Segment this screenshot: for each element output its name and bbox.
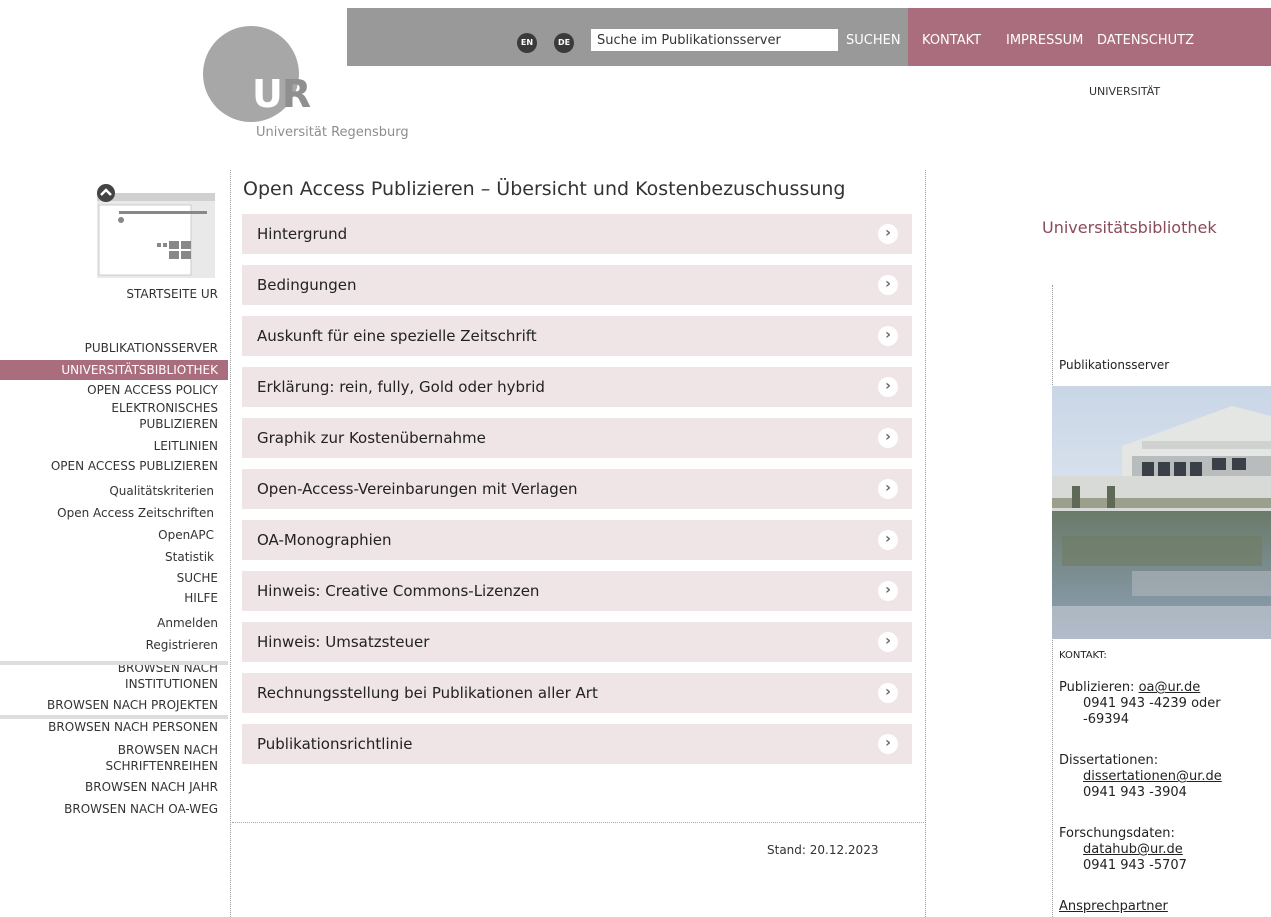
chevron-right-icon: ›: [878, 275, 898, 295]
sidebar-item-hilfe[interactable]: HILFE: [0, 588, 228, 612]
startseite-link[interactable]: STARTSEITE UR: [126, 287, 218, 301]
accordion-item[interactable]: Open-Access-Vereinbarungen mit Verlagen ›: [242, 469, 912, 509]
accordion-item[interactable]: Publikationsrichtlinie ›: [242, 724, 912, 764]
chevron-right-icon: ›: [878, 224, 898, 244]
accordion-item[interactable]: Hinweis: Creative Commons-Lizenzen ›: [242, 571, 912, 611]
sidebar-item-elektronisches-publizieren[interactable]: ELEKTRONISCHES PUBLIZIEREN: [0, 400, 228, 436]
search-button[interactable]: SUCHEN: [846, 33, 901, 48]
accordion-item[interactable]: Rechnungsstellung bei Publikationen alle…: [242, 673, 912, 713]
contact-label: Dissertationen:: [1059, 753, 1159, 768]
kontakt-heading: KONTAKT:: [1059, 650, 1107, 661]
contact-label: Forschungsdaten:: [1059, 826, 1175, 841]
page-title: Open Access Publizieren – Übersicht und …: [243, 178, 846, 200]
chevron-right-icon: ›: [878, 683, 898, 703]
nav-impressum[interactable]: IMPRESSUM: [1006, 33, 1083, 48]
email-link-oa[interactable]: oa@ur.de: [1139, 680, 1201, 695]
ub-title[interactable]: Universitätsbibliothek: [1042, 218, 1217, 237]
sidebar-item-openapc[interactable]: OpenAPC: [0, 524, 228, 546]
chevron-right-icon: ›: [878, 734, 898, 754]
accordion-item-label: Publikationsrichtlinie: [257, 735, 413, 753]
main-divider: [925, 170, 926, 917]
ansprechpartner-link[interactable]: Ansprechpartner: [1059, 899, 1168, 914]
accordion-item-label: Auskunft für eine spezielle Zeitschrift: [257, 327, 537, 345]
sidebar-separator: [0, 661, 228, 665]
sidebar-item-browsen-jahr[interactable]: BROWSEN NACH JAHR: [0, 776, 228, 798]
contact-label: Publizieren:: [1059, 680, 1135, 695]
chevron-right-icon: ›: [878, 632, 898, 652]
chevron-right-icon: ›: [878, 581, 898, 601]
accordion-item[interactable]: Auskunft für eine spezielle Zeitschrift ›: [242, 316, 912, 356]
accordion-item[interactable]: Graphik zur Kostenübernahme ›: [242, 418, 912, 458]
left-divider: [230, 170, 231, 917]
sidebar-item-browsen-personen[interactable]: BROWSEN NACH PERSONEN: [0, 716, 228, 738]
accordion-item-label: Open-Access-Vereinbarungen mit Verlagen: [257, 480, 578, 498]
nav-kontakt[interactable]: KONTAKT: [922, 33, 981, 48]
accordion-item-label: Hinweis: Creative Commons-Lizenzen: [257, 582, 540, 600]
chevron-right-icon: ›: [878, 530, 898, 550]
accordion: Hintergrund › Bedingungen › Auskunft für e…: [242, 214, 912, 775]
logo-caption: Universität Regensburg: [256, 125, 409, 140]
accordion-item-label: OA-Monographien: [257, 531, 392, 549]
ansprechpartner-block: Ansprechpartner: [1059, 899, 1168, 915]
accordion-item-label: Rechnungsstellung bei Publikationen alle…: [257, 684, 598, 702]
chevron-right-icon: ›: [878, 428, 898, 448]
accordion-item[interactable]: Hinweis: Umsatzsteuer ›: [242, 622, 912, 662]
sidebar-item-suche[interactable]: SUCHE: [0, 568, 228, 588]
universitaet-label[interactable]: UNIVERSITÄT: [1089, 85, 1160, 98]
sidebar-item-open-access-publizieren[interactable]: OPEN ACCESS PUBLIZIEREN: [0, 456, 228, 480]
sidebar-item-open-access-zeitschriften[interactable]: Open Access Zeitschriften: [0, 502, 228, 524]
sidebar-item-publikationsserver[interactable]: PUBLIKATIONSSERVER: [0, 336, 228, 360]
accordion-item-label: Hintergrund: [257, 225, 348, 243]
accordion-item[interactable]: Hintergrund ›: [242, 214, 912, 254]
chevron-right-icon: ›: [878, 479, 898, 499]
accordion-item[interactable]: Erklärung: rein, fully, Gold oder hybrid…: [242, 367, 912, 407]
lang-en-button[interactable]: EN: [517, 33, 537, 53]
contact-phone: 0941 943 -4239 oder -69394: [1083, 696, 1221, 727]
contact-phone: 0941 943 -5707: [1083, 858, 1187, 873]
email-link-datahub[interactable]: datahub@ur.de: [1083, 842, 1183, 857]
sidebar-separator: [0, 715, 228, 719]
contact-phone: 0941 943 -3904: [1083, 785, 1187, 800]
sidebar-item-open-access-policy[interactable]: OPEN ACCESS POLICY: [0, 380, 228, 400]
search-input[interactable]: [591, 29, 838, 51]
contact-forschungsdaten: Forschungsdaten: datahub@ur.de 0941 943 …: [1059, 826, 1264, 874]
nav-datenschutz[interactable]: DATENSCHUTZ: [1097, 33, 1194, 48]
accordion-item-label: Erklärung: rein, fully, Gold oder hybrid: [257, 378, 545, 396]
home-screen-icon[interactable]: [97, 183, 215, 278]
chevron-right-icon: ›: [878, 326, 898, 346]
sidebar-item-leitlinien[interactable]: LEITLINIEN: [0, 436, 228, 456]
ur-logo-letters: UR: [252, 72, 311, 116]
content-divider: [232, 822, 924, 823]
accordion-item-label: Graphik zur Kostenübernahme: [257, 429, 486, 447]
sidebar-item-qualitaetskriterien[interactable]: Qualitätskriterien: [0, 480, 228, 502]
accordion-item-label: Bedingungen: [257, 276, 357, 294]
stand-date: Stand: 20.12.2023: [767, 843, 879, 857]
chevron-right-icon: ›: [878, 377, 898, 397]
sidebar-item-universitaetsbibliothek[interactable]: UNIVERSITÄTSBIBLIOTHEK: [0, 360, 228, 380]
sidebar-item-anmelden[interactable]: Anmelden: [0, 612, 228, 634]
sidebar-item-registrieren[interactable]: Registrieren: [0, 634, 228, 656]
lang-de-button[interactable]: DE: [554, 33, 574, 53]
accordion-item[interactable]: Bedingungen ›: [242, 265, 912, 305]
email-link-dissertationen[interactable]: dissertationen@ur.de: [1083, 769, 1222, 784]
publikationsserver-heading: Publikationsserver: [1059, 358, 1170, 372]
contact-dissertationen: Dissertationen: dissertationen@ur.de 094…: [1059, 753, 1264, 801]
accordion-item[interactable]: OA-Monographien ›: [242, 520, 912, 560]
university-building-image: [1052, 386, 1271, 639]
accordion-item-label: Hinweis: Umsatzsteuer: [257, 633, 430, 651]
contact-publizieren: Publizieren: oa@ur.de 0941 943 -4239 ode…: [1059, 680, 1264, 728]
sidebar-item-browsen-projekten[interactable]: BROWSEN NACH PROJEKTEN: [0, 694, 228, 716]
sidebar-nav: PUBLIKATIONSSERVER UNIVERSITÄTSBIBLIOTHE…: [0, 336, 228, 820]
sidebar-item-browsen-oa-weg[interactable]: BROWSEN NACH OA-WEG: [0, 798, 228, 820]
sidebar-item-browsen-schriftenreihen[interactable]: BROWSEN NACH SCHRIFTENREIHEN: [0, 738, 228, 776]
sidebar-item-statistik[interactable]: Statistik: [0, 546, 228, 568]
